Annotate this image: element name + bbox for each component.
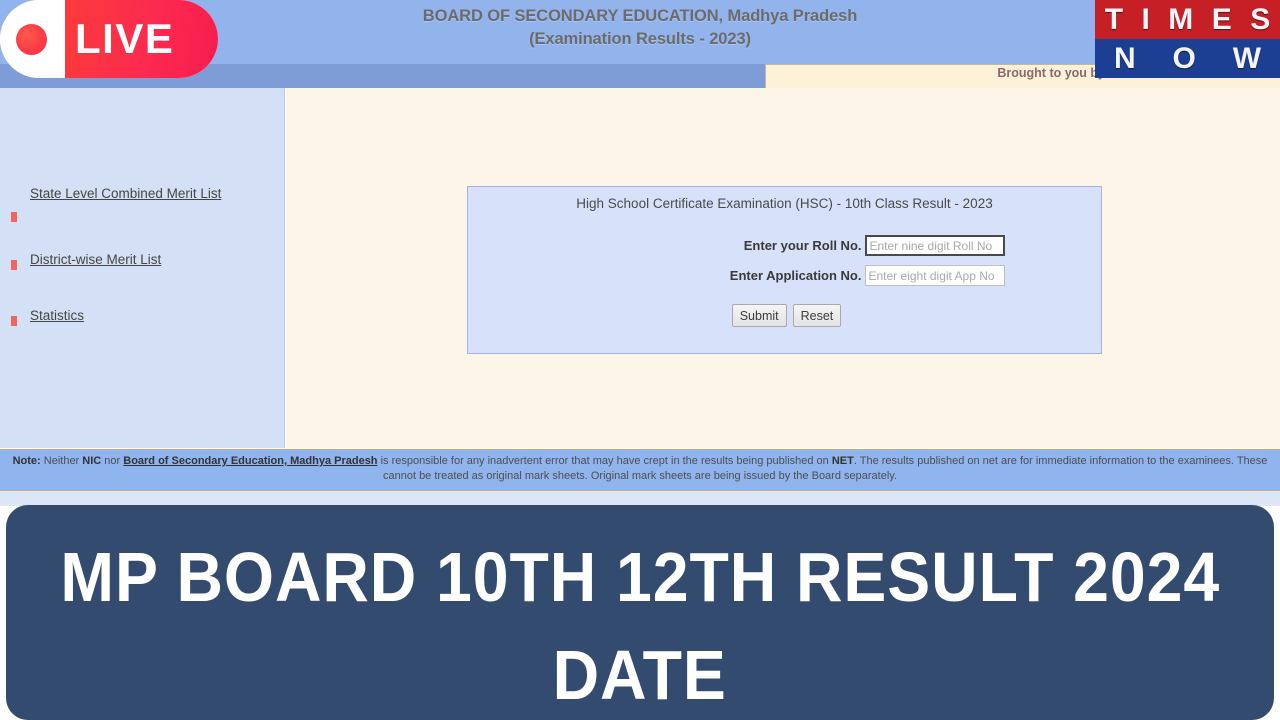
sidebar-item-label[interactable]: District-wise Merit List — [30, 252, 161, 267]
note-prefix: Note: — [12, 455, 41, 467]
logo-times-row: T I M E S — [1095, 0, 1280, 39]
headline-banner: MP BOARD 10TH 12TH RESULT 2024 DATE — [6, 505, 1274, 720]
bullet-icon — [11, 260, 17, 270]
main-content: High School Certificate Examination (HSC… — [286, 88, 1280, 448]
reset-button[interactable]: Reset — [792, 304, 842, 327]
live-badge-label-area: LIVE — [65, 0, 218, 78]
bullet-icon — [11, 212, 17, 222]
sidebar-item-label[interactable]: State Level Combined Merit List — [30, 186, 221, 201]
sidebar-item-district-wise-merit-list[interactable]: District-wise Merit List — [0, 242, 285, 298]
note-bold-nic: NIC — [82, 455, 102, 467]
note-bold-net: NET — [831, 455, 854, 467]
result-form: Enter your Roll No. Enter Application No… — [468, 235, 1101, 327]
bullet-icon — [11, 316, 17, 326]
sidebar-item-state-level-combined-merit-list[interactable]: State Level Combined Merit List — [0, 186, 285, 242]
sidebar-link-list: State Level Combined Merit List District… — [0, 186, 285, 354]
application-no-input[interactable] — [864, 265, 1005, 286]
note-text-3: is responsible for any inadvertent error… — [377, 455, 832, 467]
application-no-label: Enter Application No. — [729, 268, 862, 283]
roll-no-label: Enter your Roll No. — [743, 238, 862, 253]
live-badge-label: LIVE — [75, 15, 175, 62]
record-dot-icon — [16, 24, 47, 55]
sidebar-item-label[interactable]: Statistics — [30, 308, 84, 323]
page-root: BOARD OF SECONDARY EDUCATION, Madhya Pra… — [0, 0, 1280, 720]
note-board-link[interactable]: Board of Secondary Education, Madhya Pra… — [123, 455, 377, 467]
note-text-1: Neither — [40, 455, 83, 467]
logo-now-row: N O W — [1095, 39, 1280, 78]
logo-letter: W — [1215, 41, 1279, 76]
logo-letter: N — [1097, 41, 1153, 76]
banner-gap-strip — [0, 491, 1280, 506]
submit-button[interactable]: Submit — [731, 304, 787, 327]
headline-line-2: DATE — [552, 636, 728, 714]
page-title-line1: BOARD OF SECONDARY EDUCATION, Madhya Pra… — [422, 7, 858, 25]
live-badge-dot-area — [0, 0, 65, 78]
sidebar: State Level Combined Merit List District… — [0, 88, 285, 448]
roll-no-input[interactable] — [864, 235, 1005, 256]
application-no-row: Enter Application No. — [468, 265, 1101, 286]
logo-letter: E — [1204, 2, 1240, 37]
logo-letter: I — [1133, 2, 1158, 37]
form-button-row: Submit Reset — [468, 304, 1101, 327]
result-lookup-panel: High School Certificate Examination (HSC… — [467, 186, 1102, 354]
note-text-2: nor — [101, 455, 124, 467]
logo-letter: O — [1155, 41, 1213, 76]
result-panel-title: High School Certificate Examination (HSC… — [576, 196, 993, 211]
live-badge: LIVE — [0, 0, 218, 78]
times-now-logo: T I M E S N O W — [1095, 0, 1280, 78]
disclaimer-note: Note: Neither NIC nor Board of Secondary… — [0, 449, 1280, 491]
roll-no-row: Enter your Roll No. — [468, 235, 1101, 256]
brought-to-you-by-label: Brought to you by — [997, 66, 1105, 80]
logo-letter: M — [1160, 2, 1202, 37]
logo-letter: T — [1097, 2, 1131, 37]
logo-letter: S — [1242, 2, 1278, 37]
headline-line-1: MP BOARD 10TH 12TH RESULT 2024 — [60, 538, 1220, 616]
sidebar-item-statistics[interactable]: Statistics — [0, 298, 285, 354]
